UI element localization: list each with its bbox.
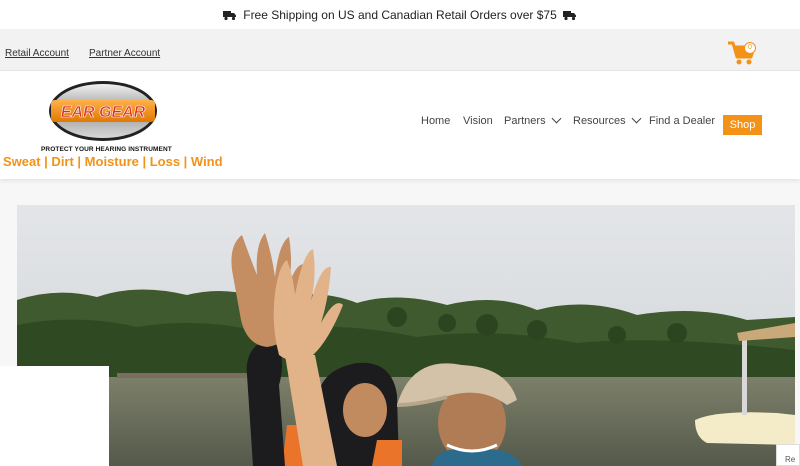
- nav-vision[interactable]: Vision: [463, 115, 493, 127]
- hero-image: [17, 205, 795, 466]
- partner-account-link[interactable]: Partner Account: [89, 48, 160, 59]
- promo-text: Free Shipping on US and Canadian Retail …: [243, 7, 557, 22]
- ear-gear-logo[interactable]: EAR GEAR: [47, 80, 159, 142]
- nav-resources-label: Resources: [573, 115, 626, 127]
- chevron-down-icon: [631, 113, 642, 124]
- nav-home[interactable]: Home: [421, 115, 450, 127]
- overlay-panel: [0, 366, 109, 466]
- retail-account-link[interactable]: Retail Account: [5, 48, 69, 59]
- logo-slogan: Sweat | Dirt | Moisture | Loss | Wind: [3, 154, 223, 169]
- truck-icon: [223, 10, 237, 20]
- recaptcha-badge[interactable]: Re: [776, 444, 800, 466]
- logo-emblem: EAR GEAR: [49, 81, 157, 141]
- hero-photo: [17, 205, 795, 466]
- cart-count-badge: 0: [744, 42, 756, 54]
- logo-tagline: PROTECT YOUR HEARING INSTRUMENT: [41, 146, 172, 153]
- truck-icon: [562, 10, 576, 20]
- logo-brand-text: EAR GEAR: [61, 104, 146, 121]
- nav-partners[interactable]: Partners: [504, 113, 562, 127]
- site-header: EAR GEAR PROTECT YOUR HEARING INSTRUMENT…: [0, 71, 800, 179]
- recaptcha-label: Re: [785, 455, 796, 464]
- shop-button[interactable]: Shop: [723, 115, 762, 135]
- nav-partners-label: Partners: [504, 115, 546, 127]
- promo-bar: Free Shipping on US and Canadian Retail …: [0, 0, 800, 29]
- account-bar: Retail Account Partner Account: [0, 29, 800, 71]
- nav-resources[interactable]: Resources: [573, 113, 642, 127]
- nav-find-dealer[interactable]: Find a Dealer: [649, 115, 715, 127]
- chevron-down-icon: [551, 113, 562, 124]
